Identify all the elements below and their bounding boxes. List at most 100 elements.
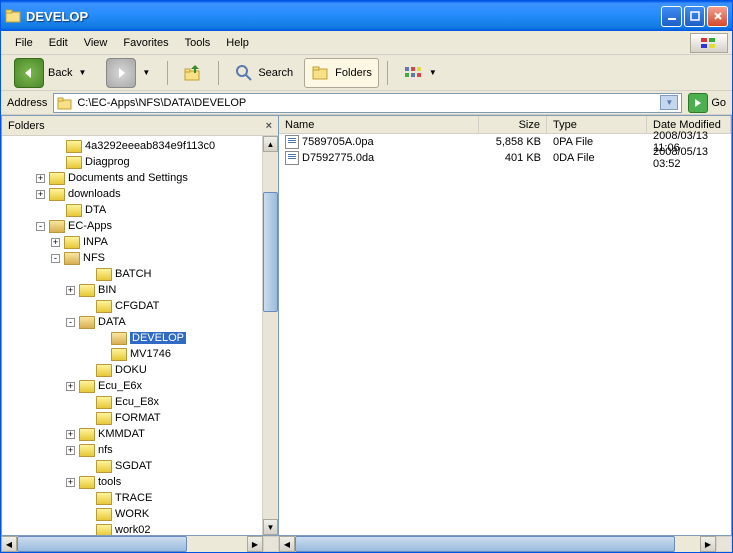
tree-node[interactable]: DTA bbox=[6, 202, 262, 218]
scroll-thumb[interactable] bbox=[295, 536, 675, 552]
minimize-button[interactable] bbox=[661, 6, 682, 27]
tree-label[interactable]: FORMAT bbox=[115, 412, 161, 424]
expand-icon[interactable]: + bbox=[36, 190, 45, 199]
chevron-down-icon[interactable]: ▼ bbox=[78, 68, 86, 77]
scroll-up-button[interactable]: ▲ bbox=[263, 136, 278, 152]
tree-node[interactable]: Ecu_E8x bbox=[6, 394, 262, 410]
tree-label[interactable]: WORK bbox=[115, 508, 149, 520]
up-button[interactable] bbox=[176, 58, 210, 88]
close-button[interactable] bbox=[707, 6, 728, 27]
chevron-down-icon[interactable]: ▼ bbox=[142, 68, 150, 77]
vertical-scrollbar[interactable]: ▲ ▼ bbox=[262, 136, 278, 535]
titlebar[interactable]: DEVELOP bbox=[1, 1, 732, 31]
chevron-down-icon[interactable]: ▼ bbox=[429, 68, 437, 77]
tree-label[interactable]: downloads bbox=[68, 188, 121, 200]
scroll-right-button[interactable]: ▶ bbox=[247, 536, 263, 552]
menu-file[interactable]: File bbox=[7, 34, 41, 52]
tree-label[interactable]: nfs bbox=[98, 444, 113, 456]
tree-label[interactable]: DATA bbox=[98, 316, 126, 328]
tree-node[interactable]: - EC-Apps bbox=[6, 218, 262, 234]
views-button[interactable]: ▼ bbox=[396, 58, 446, 88]
forward-button[interactable]: ▼ bbox=[99, 58, 159, 88]
menu-favorites[interactable]: Favorites bbox=[115, 34, 176, 52]
tree-node[interactable]: + Ecu_E6x bbox=[6, 378, 262, 394]
tree-label[interactable]: TRACE bbox=[115, 492, 152, 504]
tree-node[interactable]: MV1746 bbox=[6, 346, 262, 362]
tree-label[interactable]: EC-Apps bbox=[68, 220, 112, 232]
tree-label[interactable]: work02 bbox=[115, 524, 150, 535]
menu-tools[interactable]: Tools bbox=[177, 34, 219, 52]
scroll-down-button[interactable]: ▼ bbox=[263, 519, 278, 535]
address-input[interactable]: C:\EC-Apps\NFS\DATA\DEVELOP ▼ bbox=[53, 93, 682, 113]
column-type[interactable]: Type bbox=[547, 116, 647, 133]
column-name[interactable]: Name bbox=[279, 116, 479, 133]
tree-label[interactable]: NFS bbox=[83, 252, 105, 264]
tree-label[interactable]: Ecu_E8x bbox=[115, 396, 159, 408]
tree-label[interactable]: Ecu_E6x bbox=[98, 380, 142, 392]
expand-icon[interactable]: + bbox=[66, 286, 75, 295]
tree-label[interactable]: BATCH bbox=[115, 268, 151, 280]
folders-button[interactable]: Folders bbox=[304, 58, 379, 88]
tree-label[interactable]: Diagprog bbox=[85, 156, 130, 168]
tree-node[interactable]: - DATA bbox=[6, 314, 262, 330]
scroll-left-button[interactable]: ◀ bbox=[1, 536, 17, 552]
tree-node[interactable]: + tools bbox=[6, 474, 262, 490]
list-body[interactable]: 7589705A.0pa5,858 KB0PA File2008/03/13 1… bbox=[279, 134, 731, 535]
back-button[interactable]: Back ▼ bbox=[7, 58, 95, 88]
tree-node[interactable]: CFGDAT bbox=[6, 298, 262, 314]
tree-label[interactable]: MV1746 bbox=[130, 348, 171, 360]
menu-help[interactable]: Help bbox=[218, 34, 257, 52]
address-dropdown-icon[interactable]: ▼ bbox=[660, 95, 678, 110]
collapse-icon[interactable]: - bbox=[66, 318, 75, 327]
tree-node[interactable]: + nfs bbox=[6, 442, 262, 458]
expand-icon[interactable]: + bbox=[66, 446, 75, 455]
tree-node[interactable]: + BIN bbox=[6, 282, 262, 298]
tree-node[interactable]: TRACE bbox=[6, 490, 262, 506]
tree-node[interactable]: + INPA bbox=[6, 234, 262, 250]
tree-label[interactable]: INPA bbox=[83, 236, 108, 248]
tree-label[interactable]: Documents and Settings bbox=[68, 172, 188, 184]
tree-label[interactable]: DTA bbox=[85, 204, 106, 216]
tree-node[interactable]: SGDAT bbox=[6, 458, 262, 474]
scroll-right-button[interactable]: ▶ bbox=[700, 536, 716, 552]
tree-node[interactable]: DOKU bbox=[6, 362, 262, 378]
tree-node[interactable]: + KMMDAT bbox=[6, 426, 262, 442]
tree-node[interactable]: Diagprog bbox=[6, 154, 262, 170]
maximize-button[interactable] bbox=[684, 6, 705, 27]
tree-node[interactable]: 4a3292eeeab834e9f113c0 bbox=[6, 138, 262, 154]
tree-node[interactable]: + Documents and Settings bbox=[6, 170, 262, 186]
tree-node[interactable]: work02 bbox=[6, 522, 262, 535]
column-size[interactable]: Size bbox=[479, 116, 547, 133]
tree-node[interactable]: FORMAT bbox=[6, 410, 262, 426]
expand-icon[interactable]: + bbox=[51, 238, 60, 247]
go-button[interactable] bbox=[688, 93, 708, 113]
search-button[interactable]: Search bbox=[227, 58, 300, 88]
collapse-icon[interactable]: - bbox=[36, 222, 45, 231]
tree-label[interactable]: KMMDAT bbox=[98, 428, 145, 440]
tree-label[interactable]: tools bbox=[98, 476, 121, 488]
tree-label[interactable]: CFGDAT bbox=[115, 300, 159, 312]
menu-view[interactable]: View bbox=[76, 34, 116, 52]
folder-tree[interactable]: 4a3292eeeab834e9f113c0 Diagprog + Documents… bbox=[2, 136, 262, 535]
expand-icon[interactable]: + bbox=[36, 174, 45, 183]
tree-label[interactable]: SGDAT bbox=[115, 460, 152, 472]
tree-label[interactable]: DOKU bbox=[115, 364, 147, 376]
tree-label[interactable]: BIN bbox=[98, 284, 116, 296]
menu-edit[interactable]: Edit bbox=[41, 34, 76, 52]
expand-icon[interactable]: + bbox=[66, 382, 75, 391]
tree-node[interactable]: - NFS bbox=[6, 250, 262, 266]
collapse-icon[interactable]: - bbox=[51, 254, 60, 263]
scroll-thumb[interactable] bbox=[17, 536, 187, 552]
list-row[interactable]: D7592775.0da401 KB0DA File2008/05/13 03:… bbox=[279, 150, 731, 166]
tree-label[interactable]: 4a3292eeeab834e9f113c0 bbox=[85, 140, 215, 152]
tree-node[interactable]: WORK bbox=[6, 506, 262, 522]
tree-node[interactable]: BATCH bbox=[6, 266, 262, 282]
tree-label[interactable]: DEVELOP bbox=[130, 332, 186, 344]
expand-icon[interactable]: + bbox=[66, 430, 75, 439]
expand-icon[interactable]: + bbox=[66, 478, 75, 487]
close-pane-button[interactable]: × bbox=[266, 120, 272, 132]
scroll-thumb[interactable] bbox=[263, 192, 278, 312]
tree-node[interactable]: + downloads bbox=[6, 186, 262, 202]
scroll-left-button[interactable]: ◀ bbox=[279, 536, 295, 552]
tree-node[interactable]: DEVELOP bbox=[6, 330, 262, 346]
